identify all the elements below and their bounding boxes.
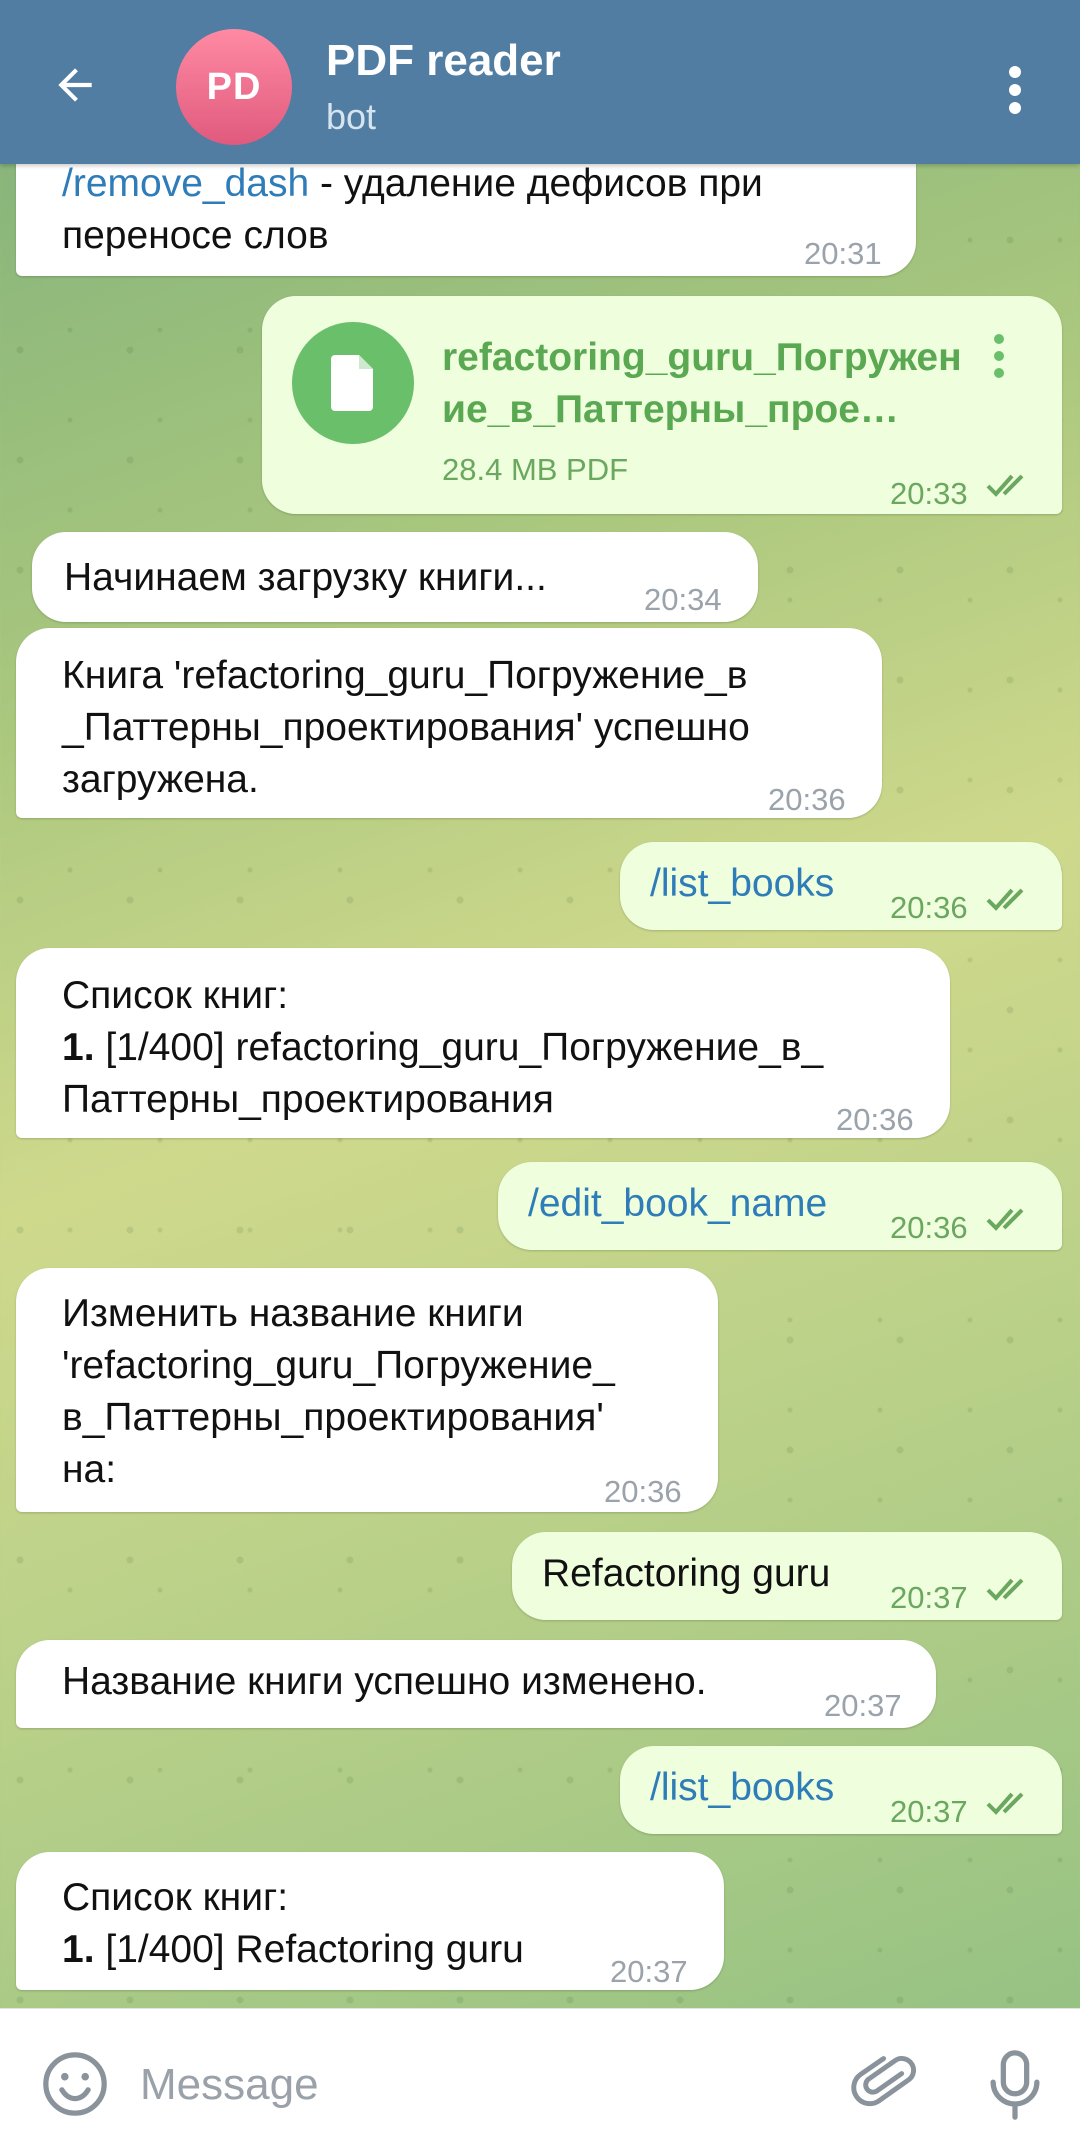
message-time: 20:36 [890, 890, 968, 925]
more-vertical-icon [994, 334, 1004, 378]
microphone-icon [990, 2050, 1040, 2120]
message-text: 'refactoring_guru_Погружение_ [62, 1344, 615, 1387]
message-text: Паттерны_проектирования [62, 1078, 554, 1121]
command-link[interactable]: /list_books [650, 858, 834, 910]
emoji-button[interactable] [40, 2049, 110, 2119]
command-link[interactable]: /list_books [650, 1762, 834, 1814]
command-link[interactable]: /edit_book_name [528, 1178, 827, 1230]
message-text: в_Паттерны_проектирования' [62, 1396, 604, 1439]
message-time: 20:34 [644, 582, 722, 617]
message-outgoing[interactable]: Refactoring guru 20:37 [512, 1532, 1062, 1620]
message-incoming[interactable]: Изменить название книги 'refactoring_gur… [16, 1268, 718, 1512]
message-time: 20:37 [890, 1794, 968, 1829]
smile-icon [43, 2052, 107, 2116]
chat-subtitle: bot [326, 96, 377, 137]
double-check-icon [986, 1578, 1024, 1601]
message-time: 20:33 [890, 476, 968, 511]
message-text: 1. [1/400] refactoring_guru_Погружение_в… [62, 1026, 824, 1069]
file-name[interactable]: refactoring_guru_Погружен ие_в_Паттерны_… [442, 332, 982, 436]
arrow-left-icon [58, 68, 92, 102]
attach-button[interactable] [850, 2049, 920, 2119]
message-text: Изменить название книги [62, 1292, 524, 1335]
chat-title[interactable]: PDF reader [326, 36, 561, 86]
chat-header: PD PDF reader bot [0, 0, 1080, 164]
more-vertical-icon [1009, 66, 1021, 114]
message-incoming[interactable]: Список книг: 1. [1/400] refactoring_guru… [16, 948, 950, 1138]
message-text: 1. [1/400] Refactoring guru [62, 1928, 524, 1971]
more-menu-button[interactable] [990, 55, 1040, 125]
message-outgoing[interactable]: /edit_book_name 20:36 [498, 1162, 1062, 1250]
message-text: Список книг: [62, 974, 289, 1017]
message-incoming[interactable]: Начинаем загрузку книги... 20:34 [32, 532, 758, 622]
double-check-icon [986, 474, 1024, 497]
message-text: на: [62, 1448, 117, 1491]
message-outgoing[interactable]: /list_books 20:36 [620, 842, 1062, 930]
back-button[interactable] [40, 50, 110, 120]
avatar[interactable]: PD [176, 29, 292, 145]
paperclip-icon [851, 2056, 917, 2107]
avatar-initials: PD [206, 65, 262, 108]
double-check-icon [986, 1792, 1024, 1815]
document-icon [331, 355, 373, 411]
message-time: 20:37 [610, 1954, 688, 1989]
message-time: 20:37 [824, 1688, 902, 1723]
message-time: 20:31 [804, 236, 882, 271]
command-link[interactable]: /remove_dash [62, 162, 309, 205]
message-time: 20:36 [890, 1210, 968, 1245]
message-text: Книга 'refactoring_guru_Погружение_в [62, 654, 748, 697]
message-incoming[interactable]: Книга 'refactoring_guru_Погружение_в _Па… [16, 628, 882, 818]
voice-record-button[interactable] [980, 2047, 1050, 2123]
message-text: загружена. [62, 758, 259, 801]
message-time: 20:36 [768, 782, 846, 817]
message-text: Refactoring guru [542, 1552, 831, 1595]
message-text: Название книги успешно изменено. [62, 1660, 707, 1703]
file-size: 28.4 MB PDF [442, 452, 629, 487]
message-text: /remove_dash - удаление дефисов при [62, 162, 763, 205]
file-menu-button[interactable] [984, 326, 1014, 386]
double-check-icon [986, 888, 1024, 911]
message-outgoing[interactable]: /list_books 20:37 [620, 1746, 1062, 1834]
file-download-button[interactable] [292, 322, 414, 444]
message-time: 20:37 [890, 1580, 968, 1615]
double-check-icon [986, 1208, 1024, 1231]
message-incoming[interactable]: Список книг: 1. [1/400] Refactoring guru… [16, 1852, 724, 1990]
message-text: переносе слов [62, 214, 329, 257]
message-text: Список книг: [62, 1876, 289, 1919]
message-time: 20:36 [604, 1474, 682, 1509]
message-text: Начинаем загрузку книги... [64, 556, 547, 599]
file-message[interactable]: refactoring_guru_Погружен ие_в_Паттерны_… [262, 296, 1062, 514]
message-incoming[interactable]: Название книги успешно изменено. 20:37 [16, 1640, 936, 1728]
message-text: _Паттерны_проектирования' успешно [62, 706, 750, 749]
message-composer [0, 2008, 1080, 2149]
message-input[interactable] [138, 2049, 782, 2121]
message-time: 20:36 [836, 1102, 914, 1137]
